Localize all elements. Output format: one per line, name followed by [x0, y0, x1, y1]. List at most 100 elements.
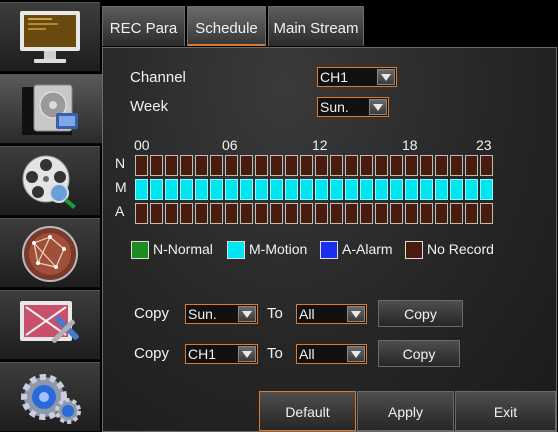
schedule-cell-motion[interactable] [345, 179, 358, 200]
schedule-cell-normal[interactable] [345, 155, 358, 176]
schedule-cell-motion[interactable] [195, 179, 208, 200]
copy-week-button[interactable]: Copy [378, 300, 463, 327]
hour-label: 12 [312, 137, 328, 153]
schedule-cell-normal[interactable] [375, 155, 388, 176]
schedule-cell-motion[interactable] [180, 179, 193, 200]
schedule-cell-motion[interactable] [420, 179, 433, 200]
copy-channel-from-select[interactable]: CH1 [185, 344, 258, 364]
schedule-cell-motion[interactable] [465, 179, 478, 200]
schedule-cell-normal[interactable] [225, 155, 238, 176]
schedule-cell-alarm[interactable] [300, 203, 313, 224]
schedule-cell-motion[interactable] [225, 179, 238, 200]
schedule-cell-alarm[interactable] [285, 203, 298, 224]
schedule-cell-motion[interactable] [300, 179, 313, 200]
channel-select[interactable]: CH1 [317, 67, 397, 87]
schedule-cell-alarm[interactable] [315, 203, 328, 224]
tab-main-stream[interactable]: Main Stream [268, 6, 364, 46]
schedule-cell-motion[interactable] [360, 179, 373, 200]
schedule-cell-motion[interactable] [480, 179, 493, 200]
schedule-cell-alarm[interactable] [195, 203, 208, 224]
schedule-cell-alarm[interactable] [420, 203, 433, 224]
schedule-cell-motion[interactable] [435, 179, 448, 200]
schedule-cell-normal[interactable] [180, 155, 193, 176]
schedule-cell-normal[interactable] [405, 155, 418, 176]
schedule-cell-alarm[interactable] [240, 203, 253, 224]
chevron-down-icon [347, 346, 365, 362]
schedule-cell-motion[interactable] [390, 179, 403, 200]
row-label-normal: N [115, 155, 126, 171]
default-button[interactable]: Default [259, 391, 356, 431]
sidebar-item-network[interactable] [0, 218, 100, 288]
legend-swatch-motion [227, 241, 245, 259]
schedule-cell-motion[interactable] [330, 179, 343, 200]
schedule-cell-alarm[interactable] [375, 203, 388, 224]
schedule-cell-normal[interactable] [210, 155, 223, 176]
schedule-cell-normal[interactable] [330, 155, 343, 176]
schedule-cell-motion[interactable] [150, 179, 163, 200]
schedule-cell-normal[interactable] [390, 155, 403, 176]
schedule-cell-normal[interactable] [255, 155, 268, 176]
sidebar-item-record[interactable] [0, 74, 104, 144]
schedule-cell-normal[interactable] [195, 155, 208, 176]
schedule-cell-alarm[interactable] [435, 203, 448, 224]
schedule-cell-motion[interactable] [405, 179, 418, 200]
schedule-cell-motion[interactable] [135, 179, 148, 200]
schedule-cell-normal[interactable] [285, 155, 298, 176]
schedule-cell-normal[interactable] [480, 155, 493, 176]
schedule-cell-normal[interactable] [240, 155, 253, 176]
schedule-cell-alarm[interactable] [210, 203, 223, 224]
schedule-cell-alarm[interactable] [255, 203, 268, 224]
schedule-cell-alarm[interactable] [480, 203, 493, 224]
schedule-cell-alarm[interactable] [165, 203, 178, 224]
apply-button[interactable]: Apply [357, 391, 454, 431]
week-select[interactable]: Sun. [317, 97, 389, 117]
tab-schedule[interactable]: Schedule [187, 6, 266, 46]
schedule-cell-alarm[interactable] [345, 203, 358, 224]
copy-channel-button[interactable]: Copy [378, 340, 460, 367]
schedule-cell-normal[interactable] [315, 155, 328, 176]
schedule-cell-alarm[interactable] [360, 203, 373, 224]
legend-swatch-normal [131, 241, 149, 259]
exit-button[interactable]: Exit [455, 391, 556, 431]
schedule-cell-alarm[interactable] [180, 203, 193, 224]
schedule-cell-alarm[interactable] [405, 203, 418, 224]
schedule-cell-motion[interactable] [285, 179, 298, 200]
week-label: Week [130, 98, 169, 115]
schedule-cell-motion[interactable] [450, 179, 463, 200]
schedule-cell-alarm[interactable] [150, 203, 163, 224]
schedule-cell-normal[interactable] [420, 155, 433, 176]
schedule-cell-alarm[interactable] [465, 203, 478, 224]
copy-week-from-select[interactable]: Sun. [185, 304, 258, 324]
tab-rec-para[interactable]: REC Para [102, 6, 185, 46]
schedule-cell-motion[interactable] [210, 179, 223, 200]
schedule-cell-normal[interactable] [360, 155, 373, 176]
schedule-cell-alarm[interactable] [270, 203, 283, 224]
schedule-cell-motion[interactable] [255, 179, 268, 200]
schedule-cell-motion[interactable] [375, 179, 388, 200]
schedule-cell-alarm[interactable] [135, 203, 148, 224]
chevron-down-icon [238, 306, 256, 322]
schedule-cell-normal[interactable] [465, 155, 478, 176]
sidebar-item-display[interactable] [0, 2, 100, 72]
schedule-cell-alarm[interactable] [330, 203, 343, 224]
schedule-cell-normal[interactable] [270, 155, 283, 176]
copy-channel-to-select[interactable]: All [296, 344, 367, 364]
schedule-cell-normal[interactable] [165, 155, 178, 176]
schedule-cell-normal[interactable] [150, 155, 163, 176]
schedule-cell-motion[interactable] [270, 179, 283, 200]
schedule-cell-alarm[interactable] [450, 203, 463, 224]
schedule-cell-motion[interactable] [315, 179, 328, 200]
sidebar-item-system[interactable] [0, 362, 100, 432]
copy-week-to-select[interactable]: All [296, 304, 367, 324]
schedule-cell-normal[interactable] [135, 155, 148, 176]
schedule-cell-normal[interactable] [450, 155, 463, 176]
schedule-cell-normal[interactable] [300, 155, 313, 176]
legend-label-no-record: No Record [427, 241, 494, 257]
sidebar-item-search[interactable] [0, 146, 100, 216]
sidebar-item-advanced[interactable] [0, 290, 100, 360]
schedule-cell-alarm[interactable] [390, 203, 403, 224]
schedule-cell-motion[interactable] [165, 179, 178, 200]
schedule-cell-motion[interactable] [240, 179, 253, 200]
schedule-cell-normal[interactable] [435, 155, 448, 176]
schedule-cell-alarm[interactable] [225, 203, 238, 224]
